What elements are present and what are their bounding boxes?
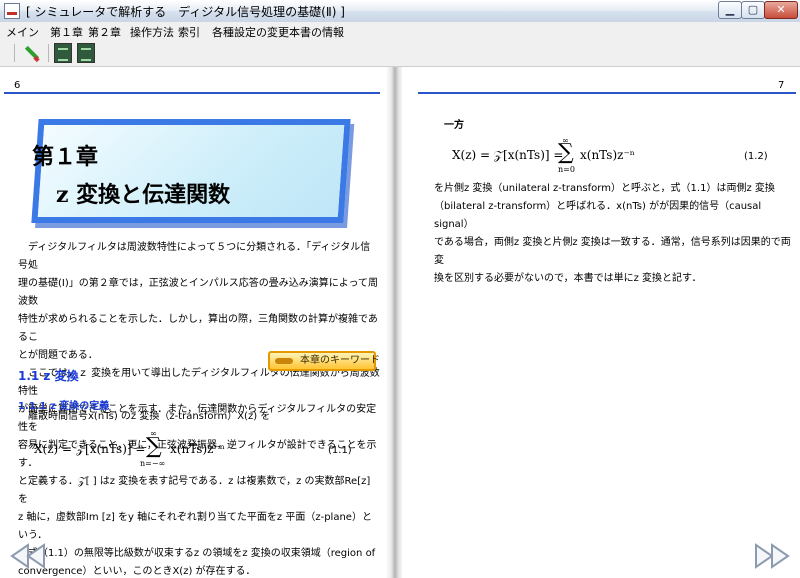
text-line: （bilateral z-transform）と呼ばれる．x(nTs) がが因果… bbox=[434, 201, 762, 230]
maximize-button[interactable]: ▢ bbox=[741, 1, 765, 19]
title-bar[interactable]: [ シミュレータで解析する ディジタル信号処理の基礎(Ⅱ) ] ▁ ▢ ✕ bbox=[0, 0, 800, 23]
equation-1-sum: ∑ bbox=[146, 434, 162, 459]
next-page-icon[interactable] bbox=[754, 543, 790, 569]
menu-index[interactable]: 索引 bbox=[178, 24, 200, 40]
text-line: と定義する．𝒵[ ] はz 変換を表す記号である．z は複素数で，z の実数部R… bbox=[18, 476, 371, 505]
text-line: ディジタルフィルタは周波数特性によって５つに分類される．「ディジタル信号処 bbox=[18, 242, 371, 271]
right-page: 7 一方 X(z) = 𝒵[x(nTs)] = ∞ ∑ n=0 x(nTs)z⁻… bbox=[402, 67, 800, 578]
app-icon bbox=[4, 3, 20, 19]
menu-main[interactable]: メイン bbox=[6, 24, 39, 40]
equation-1-number: (1.1) bbox=[328, 445, 352, 456]
page-number: 7 bbox=[778, 80, 785, 91]
equation-2-sum-bottom: n=0 bbox=[558, 165, 575, 174]
window-title: [ シミュレータで解析する ディジタル信号処理の基礎(Ⅱ) ] bbox=[26, 5, 345, 19]
text-line: 換を区別する必要がないので，本書では単にz 変換と記す． bbox=[434, 273, 702, 284]
equation-2-number: (1.2) bbox=[744, 151, 768, 162]
equation-1-sum-bottom: n=−∞ bbox=[140, 459, 166, 468]
key-icon bbox=[275, 358, 293, 364]
intro-word: 一方 bbox=[444, 120, 464, 131]
prev-page-icon[interactable] bbox=[10, 543, 46, 569]
minimize-button[interactable]: ▁ bbox=[718, 1, 742, 19]
right-body-text: を片側z 変換（unilateral z-transform）と呼ぶと，式（1.… bbox=[434, 180, 794, 288]
close-button[interactable]: ✕ bbox=[764, 1, 798, 19]
toolbar-separator bbox=[48, 44, 49, 62]
definition-line: 離散時間信号x(nTs) のz 変換（z-transform）X(z) を bbox=[18, 411, 271, 422]
text-line: 式（1.1）の無限等比級数が収束するz の領域をz 変換の収束領域（region… bbox=[18, 548, 376, 559]
page-number: 6 bbox=[14, 80, 21, 91]
chapter-keyword-button[interactable]: 本章のキーワード bbox=[268, 351, 380, 371]
text-line: z 軸に，虚数部Im [z] をy 軸にそれぞれ割り当てた平面をz 平面（z-p… bbox=[18, 512, 372, 541]
text-line: を片側z 変換（unilateral z-transform）と呼ぶと，式（1.… bbox=[434, 183, 775, 194]
definition-text: と定義する．𝒵[ ] はz 変換を表す記号である．z は複素数で，z の実数部R… bbox=[18, 473, 380, 578]
screen-icon[interactable] bbox=[77, 43, 95, 63]
text-line: convergence）といい，このときX(z) が存在する． bbox=[18, 566, 256, 577]
toolbar bbox=[0, 40, 800, 67]
equation-2-sum: ∑ bbox=[558, 140, 574, 165]
text-line: である場合，両側z 変換と片側z 変換は一致する．通常，信号系列は因果的で両変 bbox=[434, 237, 791, 266]
page-rule bbox=[4, 92, 380, 94]
menu-info[interactable]: 本書の情報 bbox=[289, 24, 344, 40]
keyword-button-label: 本章のキーワード bbox=[300, 355, 380, 366]
menu-chapter2[interactable]: 第２章 bbox=[88, 24, 121, 40]
menu-bar: メイン 第１章 第２章 操作方法 索引 各種設定の変更 本書の情報 bbox=[0, 22, 800, 41]
text-line: 理の基礎(Ⅰ)」の第２章では，正弦波とインパルス応答の畳み込み演算によって周波数 bbox=[18, 278, 378, 307]
equation-1-rhs: x(nTs)z⁻ⁿ bbox=[170, 442, 225, 456]
equation-2-lhs: X(z) = 𝒵[x(nTs)] = bbox=[452, 148, 564, 162]
menu-chapter1[interactable]: 第１章 bbox=[50, 24, 83, 40]
equation-2-rhs: x(nTs)z⁻ⁿ bbox=[580, 148, 635, 162]
equation-1-lhs: X(z) = 𝒵[x(nTs)] = bbox=[34, 442, 146, 456]
screen-icon[interactable] bbox=[54, 43, 72, 63]
menu-operation[interactable]: 操作方法 bbox=[130, 24, 174, 40]
toolbar-separator bbox=[14, 44, 15, 62]
menu-settings[interactable]: 各種設定の変更 bbox=[212, 24, 289, 40]
left-page: 6 第１章 z 変換と伝達関数 ディジタルフィルタは周波数特性によって５つに分類… bbox=[0, 67, 388, 578]
page-rule bbox=[418, 92, 796, 94]
section-heading: 1.1 z 変換 bbox=[18, 369, 79, 383]
text-line: 特性が求められることを示した．しかし，算出の際，三角関数の計算が複雑であるこ bbox=[18, 314, 378, 343]
chapter-title: 第１章 bbox=[32, 144, 99, 170]
app-window: [ シミュレータで解析する ディジタル信号処理の基礎(Ⅱ) ] ▁ ▢ ✕ メイ… bbox=[0, 0, 800, 578]
chapter-subtitle: z 変換と伝達関数 bbox=[56, 182, 231, 208]
pen-icon[interactable] bbox=[20, 43, 42, 63]
